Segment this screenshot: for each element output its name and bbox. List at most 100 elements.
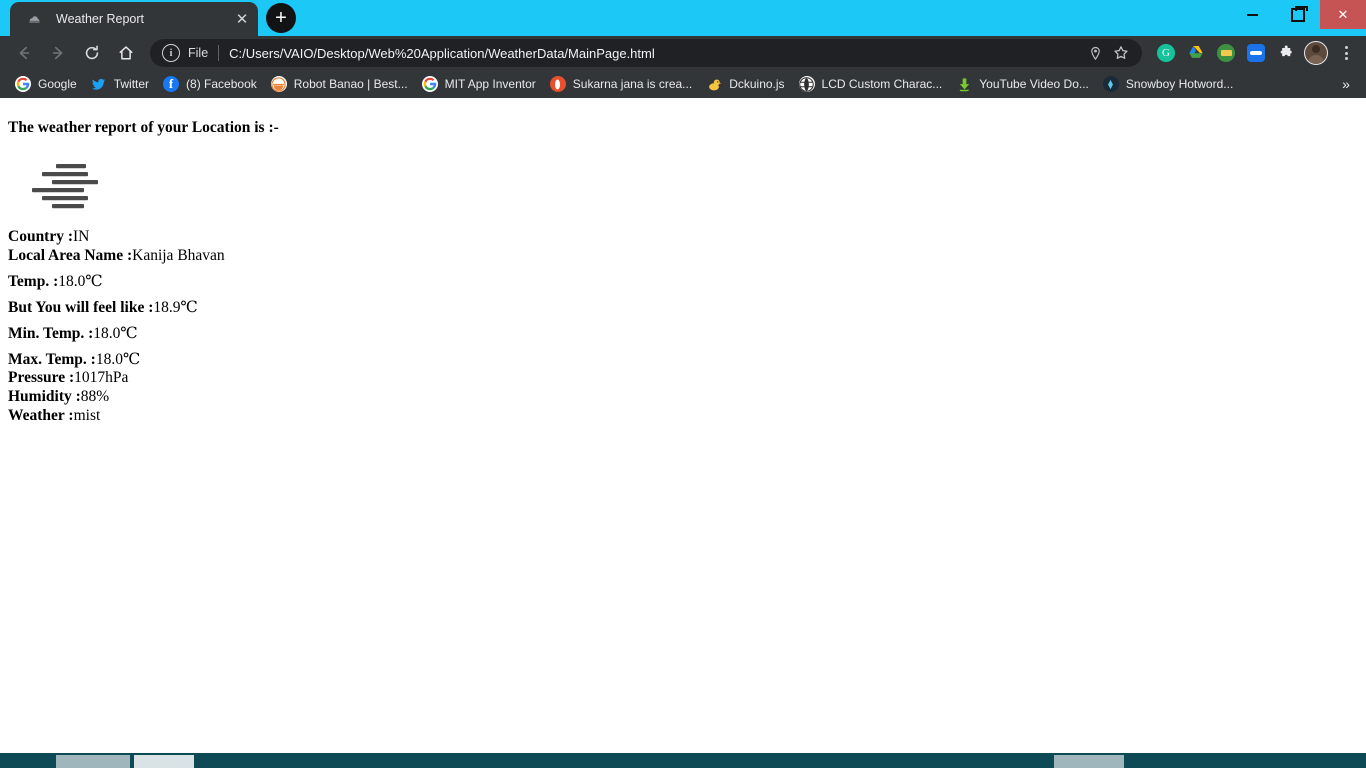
bookmark-facebook[interactable]: f (8) Facebook — [156, 73, 264, 95]
bookmark-label: YouTube Video Do... — [979, 77, 1089, 91]
address-bar[interactable]: i File C:/Users/VAIO/Desktop/Web%20Appli… — [150, 39, 1142, 67]
weather-field-pressure: Pressure :1017hPa — [8, 369, 1366, 388]
bookmark-label: (8) Facebook — [186, 77, 257, 91]
taskbar-divider — [194, 754, 195, 768]
field-value: 18.9℃ — [153, 298, 198, 316]
field-value: IN — [73, 228, 90, 246]
tab-weather-report[interactable]: Weather Report ✕ — [10, 2, 258, 36]
bookmark-twitter[interactable]: Twitter — [84, 73, 156, 95]
bookmark-star-icon[interactable] — [1108, 40, 1134, 66]
download-icon — [956, 76, 972, 92]
bookmarks-overflow-button[interactable]: » — [1336, 74, 1356, 94]
robot-banao-icon — [270, 76, 287, 92]
opera-icon — [549, 76, 566, 92]
mist-favicon-icon — [26, 11, 42, 27]
home-button[interactable] — [112, 39, 140, 67]
puzzle-extensions-icon[interactable] — [1272, 39, 1300, 67]
snowboy-icon — [1102, 76, 1119, 92]
windows-taskbar[interactable] — [0, 753, 1366, 768]
bookmark-label: Robot Banao | Best... — [293, 77, 408, 91]
omnibox-actions — [1082, 40, 1134, 66]
tab-strip: Weather Report ✕ + ✕ — [0, 0, 1366, 36]
bookmark-google[interactable]: Google — [8, 73, 84, 95]
bookmarks-bar: Google Twitter f (8) Facebook Robot Bana… — [0, 70, 1366, 98]
duck-icon — [706, 76, 722, 92]
field-label: Weather : — [8, 407, 74, 425]
weather-field-temp: Temp. :18.0℃ — [8, 273, 1366, 292]
weather-data-list: Country :IN Local Area Name :Kanija Bhav… — [0, 220, 1366, 426]
grammarly-extension-icon[interactable]: G — [1152, 39, 1180, 67]
weather-field-max-temp: Max. Temp. :18.0℃ — [8, 351, 1366, 370]
location-pin-icon[interactable] — [1082, 40, 1108, 66]
taskbar-item[interactable] — [1054, 755, 1124, 768]
field-label: Local Area Name : — [8, 246, 133, 264]
field-label: Humidity : — [8, 388, 81, 406]
weather-report-page: The weather report of your Location is :… — [0, 98, 1366, 426]
field-value: mist — [73, 407, 101, 425]
field-label: Temp. : — [8, 272, 59, 290]
google-drive-extension-icon[interactable] — [1182, 39, 1210, 67]
bookmark-lcd-custom-characters[interactable]: LCD Custom Charac... — [792, 73, 950, 95]
reload-button[interactable] — [78, 39, 106, 67]
window-controls: ✕ — [1230, 0, 1366, 29]
forward-button[interactable] — [44, 39, 72, 67]
site-info-icon[interactable]: i — [162, 44, 180, 62]
omnibox-divider — [218, 45, 220, 61]
weather-field-humidity: Humidity :88% — [8, 388, 1366, 407]
tab-title: Weather Report — [56, 12, 145, 26]
minimize-button[interactable] — [1230, 0, 1275, 29]
bookmark-label: LCD Custom Charac... — [821, 77, 943, 91]
blue-extension-icon[interactable] — [1242, 39, 1270, 67]
weather-field-weather: Weather :mist — [8, 407, 1366, 426]
url-text[interactable]: C:/Users/VAIO/Desktop/Web%20Application/… — [229, 46, 1082, 61]
browser-window: Weather Report ✕ + ✕ i File C:/Users/VAI… — [0, 0, 1366, 768]
bookmark-youtube-video-downloader[interactable]: YouTube Video Do... — [949, 73, 1096, 95]
back-button[interactable] — [10, 39, 38, 67]
field-value: 18.0℃ — [58, 272, 103, 290]
new-tab-button[interactable]: + — [266, 3, 296, 33]
weather-field-local-area-name: Local Area Name :Kanija Bhavan — [8, 247, 1366, 266]
field-value: 1017hPa — [74, 369, 129, 387]
avatar[interactable] — [1302, 39, 1330, 67]
taskbar-item[interactable] — [56, 755, 130, 768]
weather-field-country: Country :IN — [8, 228, 1366, 247]
url-scheme-label: File — [188, 46, 209, 60]
tab-close-icon[interactable]: ✕ — [232, 9, 252, 29]
bookmark-label: Twitter — [113, 77, 150, 91]
google-icon — [15, 76, 31, 92]
bookmark-mit-app-inventor[interactable]: MIT App Inventor — [415, 73, 543, 95]
close-window-button[interactable]: ✕ — [1320, 0, 1366, 29]
page-viewport: The weather report of your Location is :… — [0, 98, 1366, 753]
mit-app-inventor-icon — [421, 76, 438, 92]
field-label: Min. Temp. : — [8, 324, 94, 342]
field-value: 18.0℃ — [93, 324, 138, 342]
field-label: Pressure : — [8, 369, 75, 387]
globe-icon — [798, 76, 815, 92]
bookmark-label: Sukarna jana is crea... — [572, 77, 693, 91]
maximize-restore-button[interactable] — [1275, 0, 1320, 29]
field-value: 18.0℃ — [95, 350, 141, 368]
chrome-menu-button[interactable] — [1332, 39, 1360, 67]
bookmark-label: Dckuino.js — [729, 77, 785, 91]
twitter-icon — [91, 76, 107, 92]
bookmark-sukarna-jana[interactable]: Sukarna jana is crea... — [543, 73, 699, 95]
page-title: The weather report of your Location is :… — [8, 119, 279, 136]
green-extension-icon[interactable] — [1212, 39, 1240, 67]
weather-field-min-temp: Min. Temp. :18.0℃ — [8, 325, 1366, 344]
browser-toolbar: i File C:/Users/VAIO/Desktop/Web%20Appli… — [0, 36, 1366, 70]
field-value: 88% — [80, 388, 110, 406]
facebook-icon: f — [163, 76, 180, 92]
field-label: Max. Temp. : — [8, 350, 96, 368]
bookmark-label: Google — [38, 77, 77, 91]
taskbar-item-active[interactable] — [134, 755, 194, 768]
weather-icon-container — [0, 136, 1366, 220]
bookmark-dckuino[interactable]: Dckuino.js — [699, 73, 791, 95]
bookmark-label: MIT App Inventor — [444, 77, 536, 91]
bookmark-robot-banao[interactable]: Robot Banao | Best... — [264, 73, 415, 95]
bookmark-snowboy-hotword[interactable]: Snowboy Hotword... — [1096, 73, 1240, 95]
bookmark-label: Snowboy Hotword... — [1125, 77, 1234, 91]
mist-icon — [32, 164, 98, 209]
field-label: Country : — [8, 228, 74, 246]
weather-field-feels-like: But You will feel like :18.9℃ — [8, 299, 1366, 318]
field-value: Kanija Bhavan — [132, 246, 225, 264]
